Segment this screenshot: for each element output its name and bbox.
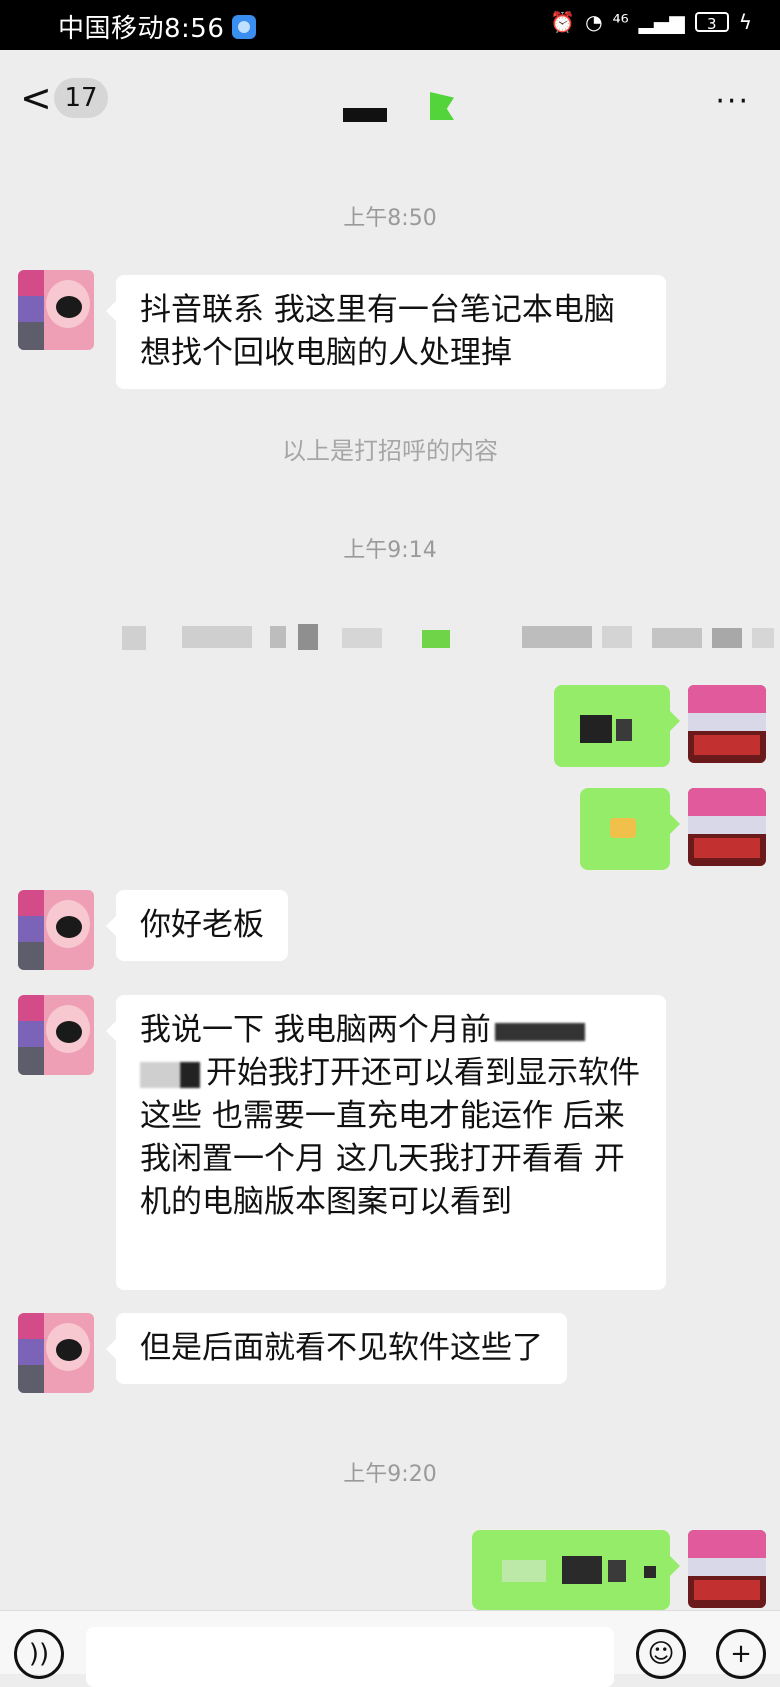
redaction-block [140,1061,180,1088]
chat-header: < 17 ··· [0,50,780,150]
message-text: 但是后面就看不见软件这些了 [140,1330,543,1366]
redacted-system-line [122,622,774,652]
message-input[interactable] [86,1627,614,1687]
timestamp: 上午8:50 [343,206,437,231]
signal-icon: ▂▄▆ [638,10,685,34]
message-bubble-outgoing-emoji[interactable] [580,788,680,870]
plus-icon[interactable]: + [716,1629,766,1679]
message-bubble-outgoing-redacted[interactable] [554,685,680,767]
contact-avatar[interactable] [18,270,94,350]
message-text: 你好老板 [140,907,264,943]
message-bubble-incoming-long[interactable]: 我说一下 我电脑两个月前 开始我打开还可以看到显示软件这些 也需要一直充电才能运… [106,995,666,1290]
voice-icon[interactable]: )) [14,1629,64,1679]
redaction-block [494,1022,585,1041]
status-bar: 中国移动8:56 ⏰ ◔ ⁴⁶ ▂▄▆ 3 ϟ [0,0,780,50]
alarm-icon: ⏰ [550,10,576,34]
my-avatar[interactable] [688,685,766,763]
charging-icon: ϟ [738,10,752,34]
more-options-button[interactable]: ··· [715,84,750,119]
redaction-block [180,1061,200,1088]
app-notification-icon [232,14,257,39]
message-bubble-outgoing-redacted[interactable] [472,1530,680,1610]
wifi-icon: ◔ [585,10,603,34]
status-carrier-time: 中国移动8:56 [58,8,257,45]
contact-avatar[interactable] [18,1313,94,1393]
message-bubble-incoming[interactable]: 你好老板 [106,890,288,961]
chat-title-redacted-mark [430,92,454,120]
timestamp: 上午9:20 [343,1462,437,1487]
battery-icon: 3 [694,12,729,33]
my-avatar[interactable] [688,1530,766,1608]
network-icon: ⁴⁶ [612,10,629,34]
system-notice: 以上是打招呼的内容 [282,437,498,465]
unread-count-badge[interactable]: 17 [54,78,108,118]
chat-title-redacted [343,108,387,122]
thumbs-up-icon [610,818,636,838]
message-text-part2: 开始我打开还可以看到显示软件这些 也需要一直充电才能运作 后来我闲置一个月 这几… [140,1055,640,1220]
contact-avatar[interactable] [18,890,94,970]
message-bubble-incoming[interactable]: 抖音联系 我这里有一台笔记本电脑 想找个回收电脑的人处理掉 [106,275,666,389]
emoji-icon[interactable]: ☺ [636,1629,686,1679]
input-bar: )) ☺ + [0,1610,780,1687]
carrier-time-text: 中国移动8:56 [58,14,225,44]
timestamp: 上午9:14 [343,538,437,563]
message-text: 抖音联系 我这里有一台笔记本电脑 想找个回收电脑的人处理掉 [140,292,615,371]
message-text-part1: 我说一下 我电脑两个月前 [140,1012,491,1048]
status-icons: ⏰ ◔ ⁴⁶ ▂▄▆ 3 ϟ [550,10,752,34]
back-button[interactable]: < [20,78,52,118]
my-avatar[interactable] [688,788,766,866]
contact-avatar[interactable] [18,995,94,1075]
message-bubble-incoming[interactable]: 但是后面就看不见软件这些了 [106,1313,567,1384]
